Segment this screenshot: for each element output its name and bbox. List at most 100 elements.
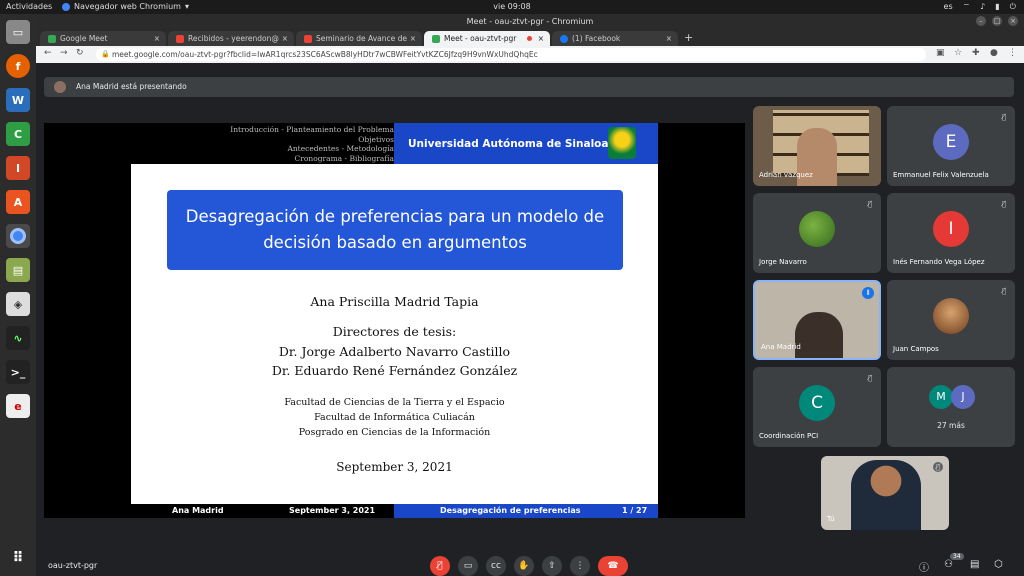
window-title: Meet - oau-ztvt-pgr - Chromium: [466, 17, 594, 26]
university-name: Universidad Autónoma de Sinaloa: [408, 138, 609, 150]
close-window-button[interactable]: ×: [1008, 16, 1018, 26]
more-options-button[interactable]: ⋮: [570, 556, 590, 576]
presenter-avatar: [54, 81, 66, 93]
app-icon[interactable]: e: [6, 394, 30, 418]
slide-nav: Introducción - Planteamiento del Problem…: [194, 123, 394, 165]
chromium-dock-icon[interactable]: [6, 224, 30, 248]
reload-icon[interactable]: ↻: [76, 48, 84, 58]
chromium-window: Meet - oau-ztvt-pgr - Chromium – □ × Goo…: [36, 14, 1024, 576]
participant-photo: [799, 211, 835, 247]
participant-name: Adrian vazquez: [759, 171, 813, 179]
slide-header: Universidad Autónoma de Sinaloa: [394, 123, 658, 165]
participant-tile[interactable]: 🎙̸ I Inés Fernando Vega López: [887, 193, 1015, 273]
raise-hand-button[interactable]: ✋: [514, 556, 534, 576]
faculty-2: Facultad de Informática Culiacán: [314, 412, 475, 423]
mic-off-icon: 🎙̸: [1001, 113, 1007, 121]
info-icon[interactable]: ⓘ: [919, 559, 929, 574]
tab-label: Seminario de Avance de: [316, 34, 407, 43]
participant-tile[interactable]: 🎙̸ Jorge Navarro: [753, 193, 881, 273]
tab-label: Recibidos - yeerendon@: [188, 34, 279, 43]
captions-button[interactable]: cc: [486, 556, 506, 576]
slide-date: September 3, 2021: [336, 460, 453, 474]
browser-toolbar: ← → ↻ 🔒 meet.google.com/oau-ztvt-pgr?fbc…: [36, 46, 1024, 63]
software-center-icon[interactable]: A: [6, 190, 30, 214]
forward-icon[interactable]: →: [60, 48, 68, 58]
star-icon[interactable]: ☆: [954, 48, 962, 58]
participant-tile[interactable]: 🎙̸ Juan Campos: [887, 280, 1015, 360]
clock[interactable]: vie 09:08: [0, 2, 1024, 11]
system-tray[interactable]: es ⌔ ♪ ▮ ⏻: [944, 2, 1016, 12]
person-video: [851, 460, 921, 530]
slide-nav-line: Cronograma - Bibliografía: [294, 153, 394, 163]
camera-button[interactable]: ▭: [458, 556, 478, 576]
chat-icon[interactable]: ▤: [970, 559, 979, 570]
leave-call-button[interactable]: ☎: [598, 556, 628, 576]
calc-icon[interactable]: C: [6, 122, 30, 146]
recording-dot-icon: [527, 36, 532, 41]
system-monitor-icon[interactable]: ∿: [6, 326, 30, 350]
close-tab-icon[interactable]: ×: [538, 31, 544, 46]
minimize-button[interactable]: –: [976, 16, 986, 26]
tab-seminario[interactable]: Seminario de Avance de ×: [296, 31, 422, 46]
extensions-icon[interactable]: ✚: [972, 48, 980, 58]
close-tab-icon[interactable]: ×: [410, 31, 416, 46]
meet-stage: Ana Madrid está presentando Introducción…: [36, 63, 1024, 576]
tab-label: Google Meet: [60, 34, 108, 43]
participant-avatar: C: [799, 385, 835, 421]
participant-name: Jorge Navarro: [759, 258, 807, 266]
participant-name: Emmanuel Felix Valenzuela: [893, 171, 989, 179]
facebook-favicon: [560, 34, 568, 43]
mic-off-icon: 🎙̸: [933, 462, 943, 472]
new-tab-button[interactable]: +: [684, 31, 693, 44]
tab-facebook[interactable]: (1) Facebook ×: [552, 31, 678, 46]
slide-author: Ana Priscilla Madrid Tapia: [310, 294, 479, 309]
language-indicator[interactable]: es: [944, 2, 953, 12]
slide-title: Desagregación de preferencias para un mo…: [167, 190, 623, 270]
impress-icon[interactable]: I: [6, 156, 30, 180]
writer-icon[interactable]: W: [6, 88, 30, 112]
camera-indicator-icon[interactable]: ▣: [936, 48, 945, 58]
tab-google-meet[interactable]: Google Meet ×: [40, 31, 166, 46]
diagram-icon[interactable]: ◈: [6, 292, 30, 316]
mic-off-icon: 🎙̸: [867, 200, 873, 208]
tab-inbox[interactable]: Recibidos - yeerendon@ ×: [168, 31, 294, 46]
slide-nav-line: Introducción - Planteamiento del Problem…: [230, 125, 394, 134]
lock-icon: 🔒: [101, 50, 110, 58]
participant-name: Coordinación PCI: [759, 432, 819, 440]
more-participants-tile[interactable]: M J 27 más: [887, 367, 1015, 447]
close-tab-icon[interactable]: ×: [282, 31, 288, 46]
tab-meet-active[interactable]: Meet - oau-ztvt-pgr ×: [424, 31, 550, 46]
terminal-icon[interactable]: >_: [6, 360, 30, 384]
close-tab-icon[interactable]: ×: [154, 31, 160, 46]
activities-icon[interactable]: ⬡: [994, 559, 1003, 570]
maximize-button[interactable]: □: [992, 16, 1002, 26]
participant-tile[interactable]: 🎙̸ C Coordinación PCI: [753, 367, 881, 447]
address-bar[interactable]: 🔒 meet.google.com/oau-ztvt-pgr?fbclid=Iw…: [96, 48, 926, 61]
firefox-icon[interactable]: f: [6, 54, 30, 78]
participant-avatar: M: [929, 385, 953, 409]
menu-icon[interactable]: ⋮: [1008, 48, 1017, 58]
files-icon[interactable]: ▭: [6, 20, 30, 44]
person-video: [795, 312, 843, 358]
mic-off-button[interactable]: 🎙̸: [430, 556, 450, 576]
present-now-button[interactable]: ⇧: [542, 556, 562, 576]
self-view-tile[interactable]: 🎙̸ Tú: [821, 456, 949, 530]
close-tab-icon[interactable]: ×: [666, 31, 672, 46]
slide-nav-line: Objetivos: [358, 134, 394, 144]
shared-screen[interactable]: Introducción - Planteamiento del Problem…: [44, 123, 745, 518]
show-apps-icon[interactable]: ⠿: [6, 546, 30, 570]
meeting-code[interactable]: oau-ztvt-pgr: [48, 561, 97, 570]
slide-footer: Ana Madrid September 3, 2021 Desagregaci…: [44, 504, 745, 518]
back-icon[interactable]: ←: [44, 48, 52, 58]
footer-date: September 3, 2021: [289, 506, 376, 515]
profile-icon[interactable]: ●: [990, 48, 998, 58]
participant-tile[interactable]: 🎙̸ E Emmanuel Felix Valenzuela: [887, 106, 1015, 186]
system-top-bar: Actividades Navegador web Chromium ▾ vie…: [0, 0, 1024, 14]
participant-tile-speaking[interactable]: ⦀ Ana Madrid: [753, 280, 881, 360]
participant-tile[interactable]: Adrian vazquez: [753, 106, 881, 186]
people-icon[interactable]: ⚇: [944, 559, 953, 570]
mic-off-icon: 🎙̸: [1001, 287, 1007, 295]
presenting-text: Ana Madrid está presentando: [76, 82, 187, 91]
archive-icon[interactable]: ▤: [6, 258, 30, 282]
director-2: Dr. Eduardo René Fernández González: [271, 363, 518, 378]
